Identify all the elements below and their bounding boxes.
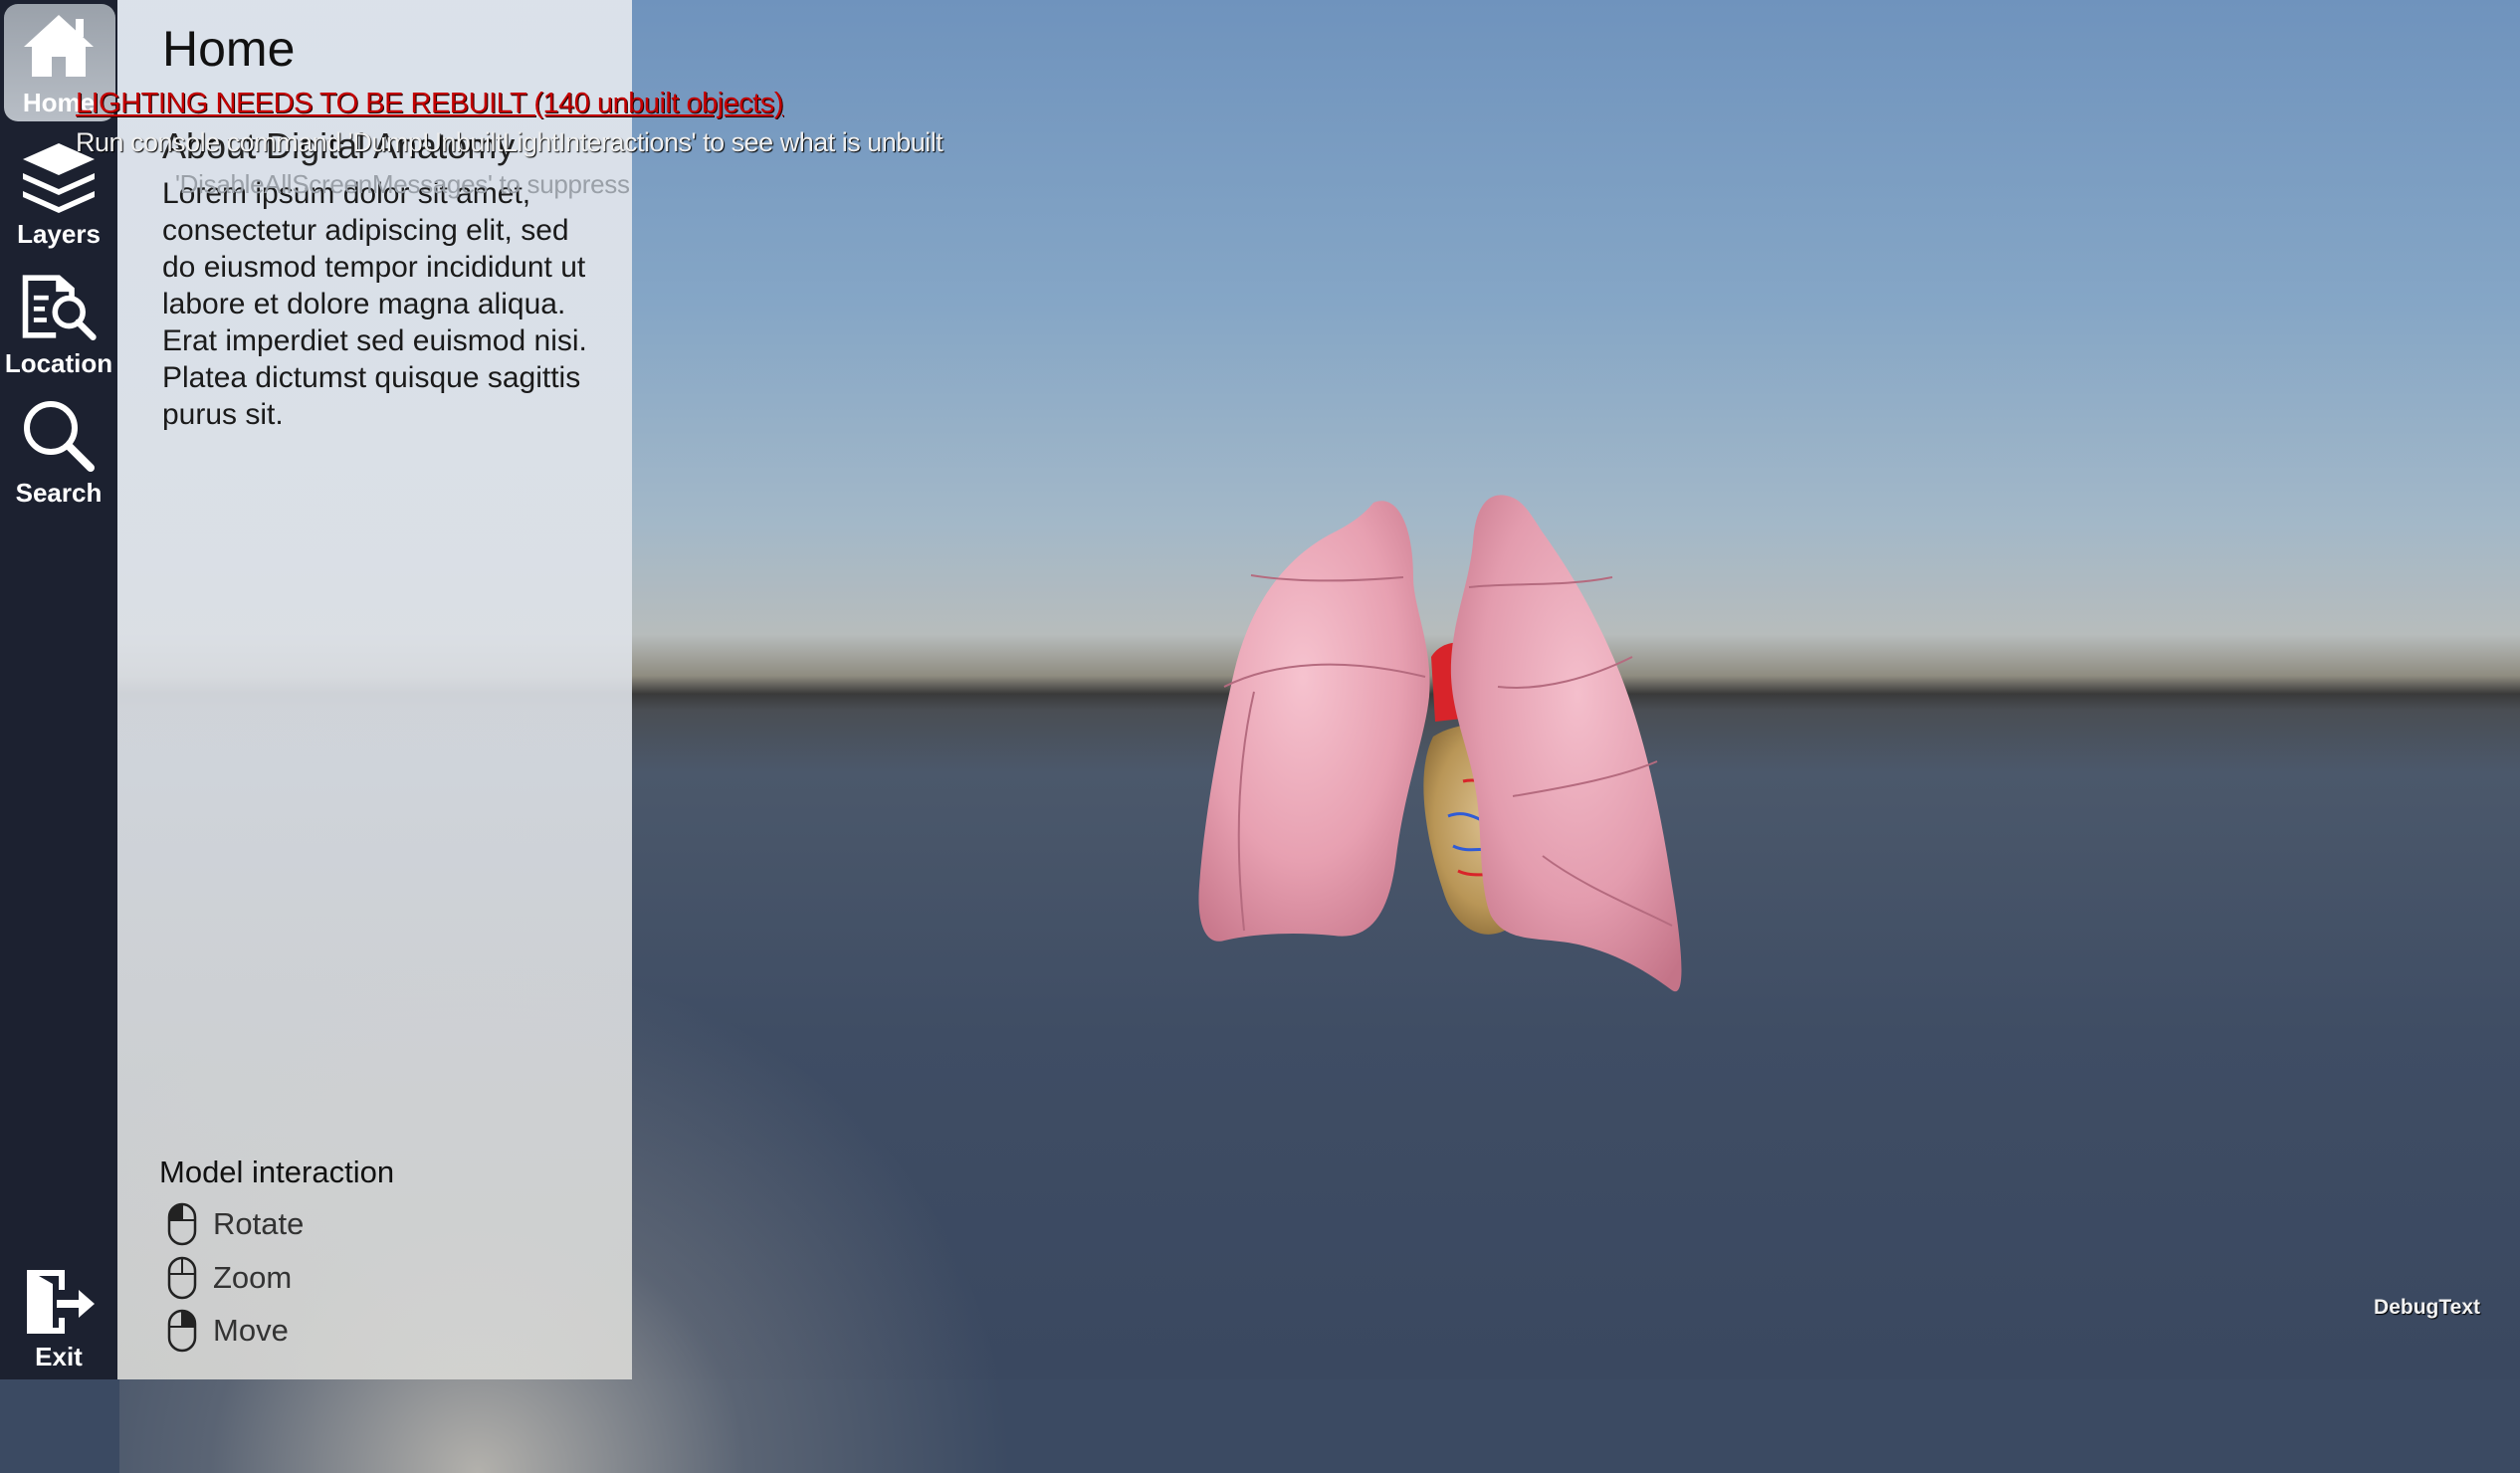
exit-icon	[19, 1268, 99, 1340]
console-hint: Run console command 'DumpUnbuiltLightInt…	[76, 127, 944, 157]
model-interaction-title: Model interaction	[159, 1155, 395, 1189]
left-lung	[1198, 501, 1430, 942]
search-icon	[19, 400, 99, 472]
interaction-label: Move	[213, 1313, 289, 1348]
panel-title: Home	[162, 21, 296, 77]
lighting-warning: LIGHTING NEEDS TO BE REBUILT (140 unbuil…	[76, 88, 784, 119]
mouse-right-click-icon	[167, 1309, 197, 1353]
rail-label-location: Location	[4, 348, 113, 378]
panel-description: Lorem ipsum dolor sit amet, consectetur …	[162, 177, 587, 431]
rail-label-search: Search	[15, 478, 103, 508]
mouse-scroll-icon	[167, 1256, 197, 1300]
interaction-label: Rotate	[213, 1206, 305, 1241]
interaction-rotate: Rotate	[167, 1202, 304, 1246]
interaction-move: Move	[167, 1309, 289, 1353]
interaction-zoom: Zoom	[167, 1256, 292, 1300]
interaction-label: Zoom	[213, 1260, 293, 1295]
home-info-panel: Home About Digital Anatomy Lorem ipsum d…	[117, 0, 632, 1379]
rail-label-layers: Layers	[17, 219, 101, 249]
rail-item-search[interactable]: Search	[0, 390, 117, 510]
left-navigation-rail: Home Layers Location Search Exit	[0, 0, 117, 1379]
debug-text: DebugText	[2374, 1296, 2480, 1319]
location-search-icon	[19, 271, 99, 342]
lungs-heart-model[interactable]	[1115, 488, 1762, 1085]
mouse-left-click-icon	[167, 1202, 197, 1246]
rail-item-location[interactable]: Location	[0, 261, 117, 380]
exit-button[interactable]: Exit	[0, 1256, 117, 1375]
suppress-hint: 'DisableAllScreenMessages' to suppress	[175, 169, 630, 199]
home-icon	[19, 10, 99, 82]
exit-label: Exit	[35, 1342, 83, 1371]
